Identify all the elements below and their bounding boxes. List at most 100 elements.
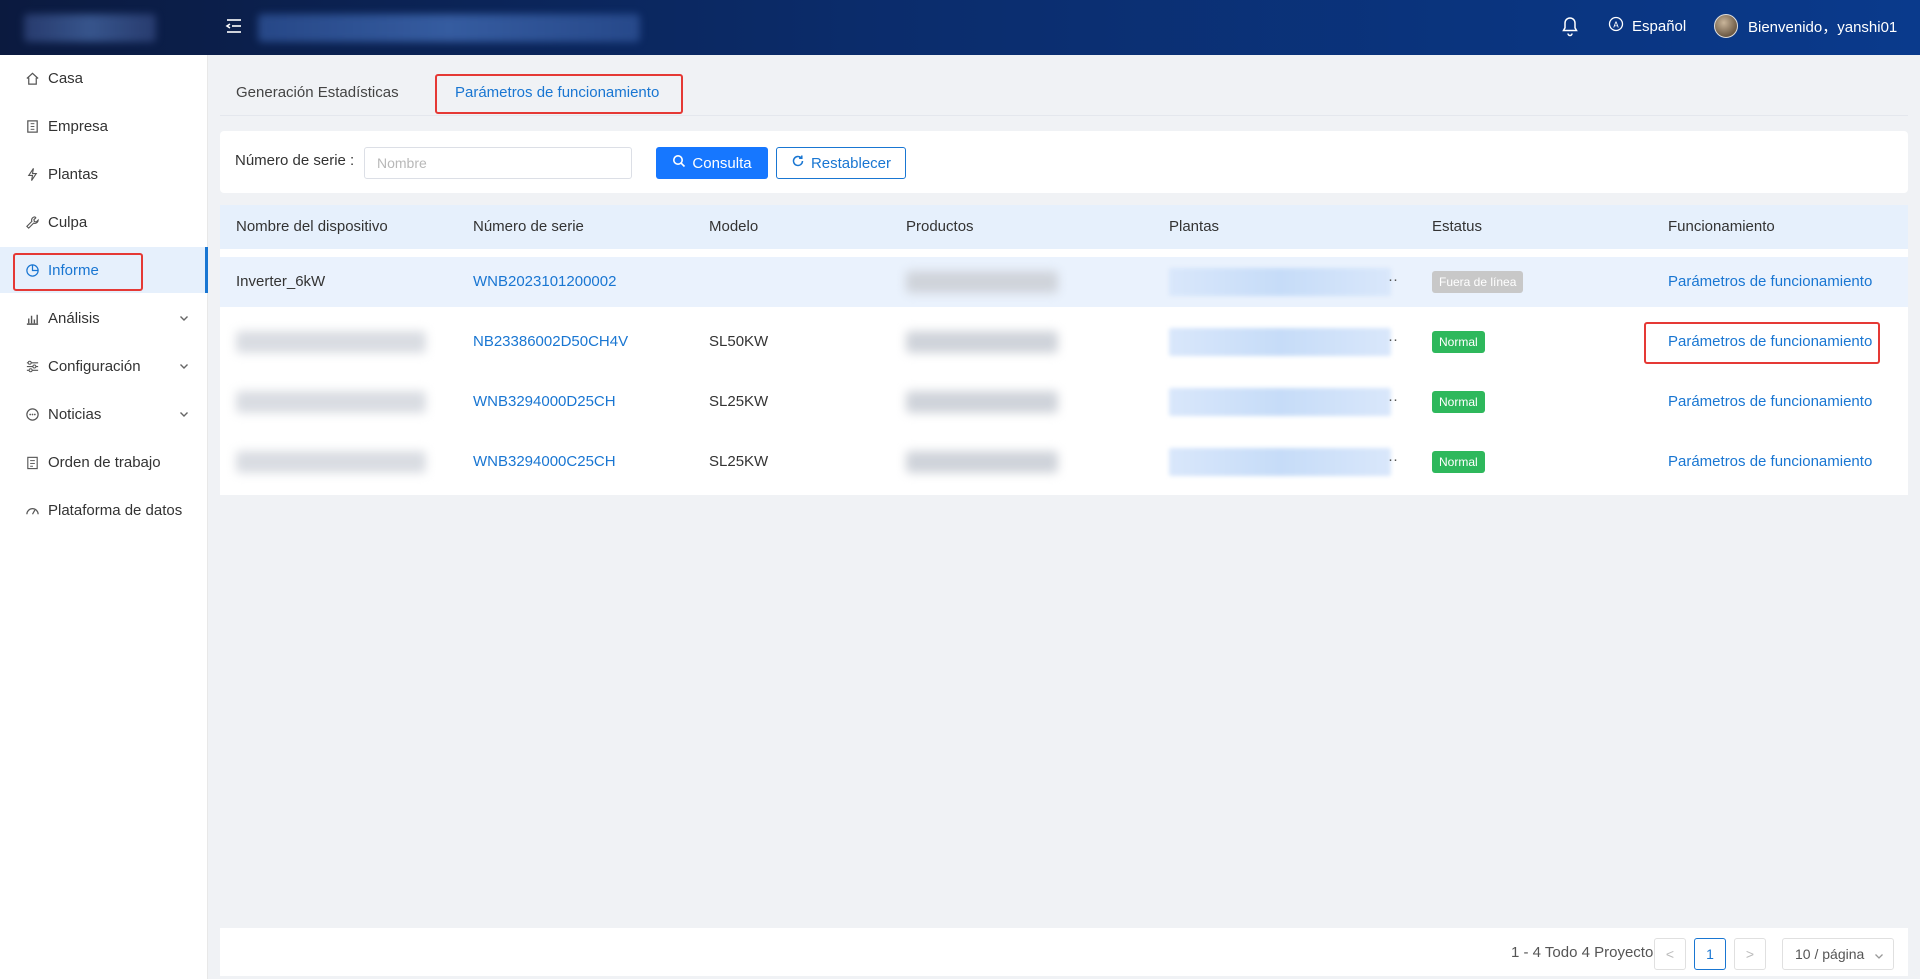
sidebar-item-label: Informe	[48, 261, 99, 279]
product-redacted	[906, 271, 1058, 293]
table-row: WNB3294000D25CH SL25KW ·· Normal Parámet…	[220, 377, 1908, 427]
status-badge: Normal	[1432, 331, 1485, 353]
page-number: 1	[1706, 946, 1714, 962]
bell-icon[interactable]	[1560, 16, 1580, 38]
column-header-device-name: Nombre del dispositivo	[236, 218, 388, 235]
operation-params-link[interactable]: Parámetros de funcionamiento	[1668, 273, 1872, 290]
serial-filter-label: Número de serie :	[235, 152, 355, 169]
user-menu[interactable]: Bienvenido，yanshi01	[1714, 14, 1897, 38]
status-badge: Normal	[1432, 391, 1485, 413]
building-icon	[24, 118, 40, 134]
tab-parametros-de-funcionamiento[interactable]: Parámetros de funcionamiento	[455, 84, 659, 101]
column-header-model: Modelo	[709, 218, 759, 235]
column-header-products: Productos	[906, 218, 974, 235]
sidebar-item-analisis[interactable]: Análisis	[0, 295, 208, 341]
pagination-summary: 1 - 4 Todo 4 Proyecto	[1511, 944, 1654, 961]
search-icon	[672, 154, 686, 172]
device-name-redacted	[236, 331, 426, 353]
language-label: Español	[1632, 17, 1687, 35]
sidebar-item-casa[interactable]: Casa	[0, 55, 208, 101]
serial-link[interactable]: WNB3294000D25CH	[473, 393, 616, 410]
serial-link[interactable]: WNB3294000C25CH	[473, 453, 616, 470]
page-header-title	[258, 14, 640, 42]
sidebar-item-label: Noticias	[48, 405, 102, 423]
sidebar-item-label: Análisis	[48, 309, 100, 327]
reset-button-label: Restablecer	[810, 154, 892, 172]
sidebar-item-informe[interactable]: Informe	[0, 247, 208, 293]
operation-params-link[interactable]: Parámetros de funcionamiento	[1668, 333, 1872, 350]
product-redacted	[906, 331, 1058, 353]
plant-ellipsis: ··	[1388, 391, 1398, 408]
serial-link[interactable]: WNB2023101200002	[473, 273, 616, 290]
next-page-button[interactable]: >	[1734, 938, 1766, 970]
chevron-left-icon: <	[1665, 946, 1675, 962]
refresh-icon	[791, 154, 805, 172]
table-row: NB23386002D50CH4V SL50KW ·· Normal Parám…	[220, 317, 1908, 367]
plant-redacted	[1169, 448, 1391, 476]
plant-ellipsis: ··	[1388, 451, 1398, 468]
column-header-operation: Funcionamiento	[1668, 218, 1775, 235]
welcome-text: Bienvenido，yanshi01	[1748, 18, 1898, 36]
plant-redacted	[1169, 328, 1391, 356]
reset-button[interactable]: Restablecer	[776, 147, 906, 179]
sidebar-item-configuracion[interactable]: Configuración	[0, 343, 208, 389]
avatar	[1714, 14, 1738, 38]
logo	[24, 14, 156, 42]
plant-ellipsis: ··	[1388, 271, 1398, 288]
chevron-down-icon	[178, 407, 190, 419]
wrench-icon	[24, 214, 40, 230]
tab-generacion-estadisticas[interactable]: Generación Estadísticas	[236, 84, 399, 101]
sidebar-item-label: Orden de trabajo	[48, 453, 161, 471]
prev-page-button[interactable]: <	[1654, 938, 1686, 970]
sidebar-item-plantas[interactable]: Plantas	[0, 151, 208, 197]
model: SL25KW	[709, 453, 769, 470]
sidebar: Casa Empresa Plantas Culpa Informe Análi…	[0, 55, 208, 979]
sidebar-item-orden-de-trabajo[interactable]: Orden de trabajo	[0, 439, 208, 485]
menu-collapse-icon[interactable]	[224, 16, 244, 36]
device-name-redacted	[236, 451, 426, 473]
column-header-status: Estatus	[1432, 218, 1483, 235]
report-tabs: Generación Estadísticas Parámetros de fu…	[220, 72, 1908, 116]
clipboard-icon	[24, 454, 40, 470]
serial-search-input[interactable]	[364, 147, 632, 179]
status-badge: Fuera de línea	[1432, 271, 1524, 293]
sidebar-item-label: Plantas	[48, 165, 99, 183]
column-header-plants: Plantas	[1169, 218, 1220, 235]
sidebar-item-noticias[interactable]: Noticias	[0, 391, 208, 437]
model: SL50KW	[709, 333, 769, 350]
operation-params-link[interactable]: Parámetros de funcionamiento	[1668, 453, 1872, 470]
product-redacted	[906, 391, 1058, 413]
page-size-select[interactable]: 10 / página	[1782, 938, 1894, 970]
status-badge: Normal	[1432, 451, 1485, 473]
filter-bar: Número de serie : Consulta Restablecer	[220, 131, 1908, 193]
pie-chart-icon	[24, 262, 40, 278]
language-switcher[interactable]: A Español	[1608, 16, 1686, 36]
chevron-down-icon	[1873, 949, 1885, 961]
sidebar-item-label: Configuración	[48, 357, 141, 375]
plant-redacted	[1169, 388, 1391, 416]
sidebar-item-plataforma-de-datos[interactable]: Plataforma de datos	[0, 487, 208, 533]
top-header: A Español Bienvenido，yanshi01	[0, 0, 1920, 55]
sliders-icon	[24, 358, 40, 374]
operation-params-link[interactable]: Parámetros de funcionamiento	[1668, 393, 1872, 410]
column-header-serial: Número de serie	[473, 218, 584, 235]
chevron-down-icon	[178, 359, 190, 371]
page-number-button[interactable]: 1	[1694, 938, 1726, 970]
device-name: Inverter_6kW	[236, 273, 326, 290]
sidebar-item-label: Culpa	[48, 213, 88, 231]
serial-link[interactable]: NB23386002D50CH4V	[473, 333, 628, 350]
table-header: Nombre del dispositivo Número de serie M…	[220, 205, 1908, 249]
sidebar-item-label: Plataforma de datos	[48, 501, 183, 519]
sidebar-item-empresa[interactable]: Empresa	[0, 103, 208, 149]
chevron-down-icon	[178, 311, 190, 323]
home-icon	[24, 70, 40, 86]
sidebar-item-label: Empresa	[48, 117, 109, 135]
translate-icon: A	[1608, 16, 1624, 36]
query-button[interactable]: Consulta	[656, 147, 768, 179]
sidebar-item-culpa[interactable]: Culpa	[0, 199, 208, 245]
device-table: Nombre del dispositivo Número de serie M…	[220, 205, 1908, 495]
chevron-right-icon: >	[1745, 946, 1755, 962]
product-redacted	[906, 451, 1058, 473]
message-icon	[24, 406, 40, 422]
table-row: WNB3294000C25CH SL25KW ·· Normal Parámet…	[220, 437, 1908, 487]
